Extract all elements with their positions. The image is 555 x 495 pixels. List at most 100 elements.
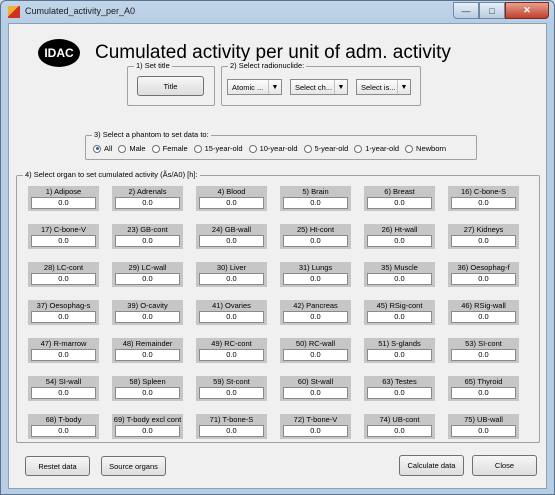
organ-value-field[interactable]: 0.0 bbox=[367, 235, 432, 247]
organ-value-field[interactable]: 0.0 bbox=[115, 387, 180, 399]
organ-label: 16) C-bone-S bbox=[460, 187, 507, 196]
organ-value-field[interactable]: 0.0 bbox=[199, 273, 264, 285]
source-organs-button[interactable]: Source organs bbox=[101, 456, 166, 476]
organ-label: 28) LC-cont bbox=[43, 263, 84, 272]
organ-value-field[interactable]: 0.0 bbox=[115, 197, 180, 209]
radio-button[interactable] bbox=[118, 144, 127, 153]
organ-value-field[interactable]: 0.0 bbox=[31, 425, 96, 437]
organ-value-field[interactable]: 0.0 bbox=[31, 387, 96, 399]
chain-combo[interactable]: Select ch... ▼ bbox=[290, 79, 348, 95]
organ-value-field[interactable]: 0.0 bbox=[283, 425, 348, 437]
organ-value-field[interactable]: 0.0 bbox=[199, 197, 264, 209]
organ-value-field[interactable]: 0.0 bbox=[367, 273, 432, 285]
organ-grid: 1) Adipose 0.0 2) Adrenals 0.0 4) Blood 0.0 5)… bbox=[28, 186, 519, 439]
radio-1-year-old[interactable]: 1-year-old bbox=[354, 144, 399, 153]
organ-value-field[interactable]: 0.0 bbox=[199, 349, 264, 361]
radio-button[interactable] bbox=[354, 144, 363, 153]
radio-15-year-old[interactable]: 15-year-old bbox=[193, 144, 243, 153]
chevron-down-icon: ▼ bbox=[268, 80, 281, 94]
organ-value-field[interactable]: 0.0 bbox=[31, 235, 96, 247]
organ-value-field[interactable]: 0.0 bbox=[283, 235, 348, 247]
organ-value-field[interactable]: 0.0 bbox=[283, 387, 348, 399]
organ-value-field[interactable]: 0.0 bbox=[451, 425, 516, 437]
organ-value-field[interactable]: 0.0 bbox=[451, 349, 516, 361]
organ-value-field[interactable]: 0.0 bbox=[451, 235, 516, 247]
organ-value-field[interactable]: 0.0 bbox=[199, 425, 264, 437]
organ-cell: 28) LC-cont 0.0 bbox=[28, 262, 99, 287]
radio-button[interactable] bbox=[151, 144, 160, 153]
organ-value-field[interactable]: 0.0 bbox=[115, 235, 180, 247]
organ-label: 51) S-glands bbox=[378, 339, 421, 348]
radio-male[interactable]: Male bbox=[118, 144, 146, 153]
organ-cell: 71) T-bone-S 0.0 bbox=[196, 414, 267, 439]
organ-value-field[interactable]: 0.0 bbox=[31, 349, 96, 361]
chevron-down-icon: ▼ bbox=[334, 80, 347, 94]
minimize-icon: — bbox=[461, 5, 471, 16]
organ-value-field[interactable]: 0.0 bbox=[367, 387, 432, 399]
organ-value-field[interactable]: 0.0 bbox=[367, 425, 432, 437]
set-title-group: 1) Set title Title bbox=[127, 61, 215, 106]
organ-label: 5) Brain bbox=[302, 187, 329, 196]
organ-value-field[interactable]: 0.0 bbox=[367, 349, 432, 361]
radio-button[interactable] bbox=[303, 144, 312, 153]
organ-cell: 29) LC-wall 0.0 bbox=[112, 262, 183, 287]
calculate-data-button[interactable]: Calculate data bbox=[399, 455, 464, 476]
maximize-button[interactable]: □ bbox=[479, 2, 505, 19]
organ-value-field[interactable]: 0.0 bbox=[199, 235, 264, 247]
close-window-button[interactable]: ✕ bbox=[505, 2, 549, 19]
minimize-button[interactable]: — bbox=[453, 2, 479, 19]
organ-cell: 36) Oesophag-f 0.0 bbox=[448, 262, 519, 287]
organ-cell: 48) Remainder 0.0 bbox=[112, 338, 183, 363]
organ-value-field[interactable]: 0.0 bbox=[283, 273, 348, 285]
organ-value-field[interactable]: 0.0 bbox=[115, 349, 180, 361]
organ-value-field[interactable]: 0.0 bbox=[31, 273, 96, 285]
organ-value-field[interactable]: 0.0 bbox=[367, 311, 432, 323]
maximize-icon: □ bbox=[489, 5, 495, 16]
reset-data-button[interactable]: Restet data bbox=[25, 456, 90, 476]
organ-cell: 2) Adrenals 0.0 bbox=[112, 186, 183, 211]
radio-button[interactable] bbox=[405, 144, 414, 153]
organ-cell: 69) T-body excl cont 0.0 bbox=[112, 414, 183, 439]
radio-all[interactable]: All bbox=[93, 144, 112, 153]
organ-value-field[interactable]: 0.0 bbox=[451, 311, 516, 323]
radio-button[interactable] bbox=[193, 144, 202, 153]
radio-button[interactable] bbox=[248, 144, 257, 153]
organ-cell: 35) Muscle 0.0 bbox=[364, 262, 435, 287]
organ-value-field[interactable]: 0.0 bbox=[115, 273, 180, 285]
organ-value-field[interactable]: 0.0 bbox=[199, 311, 264, 323]
organ-value-field[interactable]: 0.0 bbox=[451, 197, 516, 209]
atomic-combo[interactable]: Atomic ... ▼ bbox=[227, 79, 282, 95]
organ-label: 59) St-cont bbox=[213, 377, 250, 386]
phantom-group: 3) Select a phantom to set data to: All … bbox=[85, 130, 477, 160]
title-button[interactable]: Title bbox=[137, 76, 204, 96]
organ-value-field[interactable]: 0.0 bbox=[31, 311, 96, 323]
radio-female[interactable]: Female bbox=[151, 144, 188, 153]
organ-value-field[interactable]: 0.0 bbox=[283, 311, 348, 323]
radio-newborn[interactable]: Newborn bbox=[405, 144, 446, 153]
organ-value-field[interactable]: 0.0 bbox=[451, 387, 516, 399]
organ-label: 69) T-body excl cont bbox=[113, 415, 182, 424]
organ-label: 30) Liver bbox=[216, 263, 247, 272]
organ-label: 27) Kidneys bbox=[463, 225, 504, 234]
organ-value-field[interactable]: 0.0 bbox=[115, 425, 180, 437]
organ-value-field[interactable]: 0.0 bbox=[199, 387, 264, 399]
organ-cell: 25) Ht-cont 0.0 bbox=[280, 224, 351, 249]
organ-value-field[interactable]: 0.0 bbox=[115, 311, 180, 323]
close-button[interactable]: Close bbox=[472, 455, 537, 476]
radio-button[interactable] bbox=[93, 144, 101, 153]
isotope-combo[interactable]: Select is... ▼ bbox=[356, 79, 411, 95]
chevron-down-icon: ▼ bbox=[397, 80, 410, 94]
organ-cell: 5) Brain 0.0 bbox=[280, 186, 351, 211]
organ-value-field[interactable]: 0.0 bbox=[451, 273, 516, 285]
organ-label: 23) GB-cont bbox=[127, 225, 168, 234]
organ-cell: 60) St-wall 0.0 bbox=[280, 376, 351, 401]
organ-cell: 41) Ovaries 0.0 bbox=[196, 300, 267, 325]
organ-value-field[interactable]: 0.0 bbox=[283, 197, 348, 209]
radio-5-year-old[interactable]: 5-year-old bbox=[303, 144, 348, 153]
organ-value-field[interactable]: 0.0 bbox=[283, 349, 348, 361]
radio-10-year-old[interactable]: 10-year-old bbox=[248, 144, 298, 153]
app-icon bbox=[8, 6, 20, 18]
organ-value-field[interactable]: 0.0 bbox=[31, 197, 96, 209]
title-bar[interactable]: Cumulated_activity_per_A0 — □ ✕ bbox=[1, 1, 554, 23]
organ-value-field[interactable]: 0.0 bbox=[367, 197, 432, 209]
